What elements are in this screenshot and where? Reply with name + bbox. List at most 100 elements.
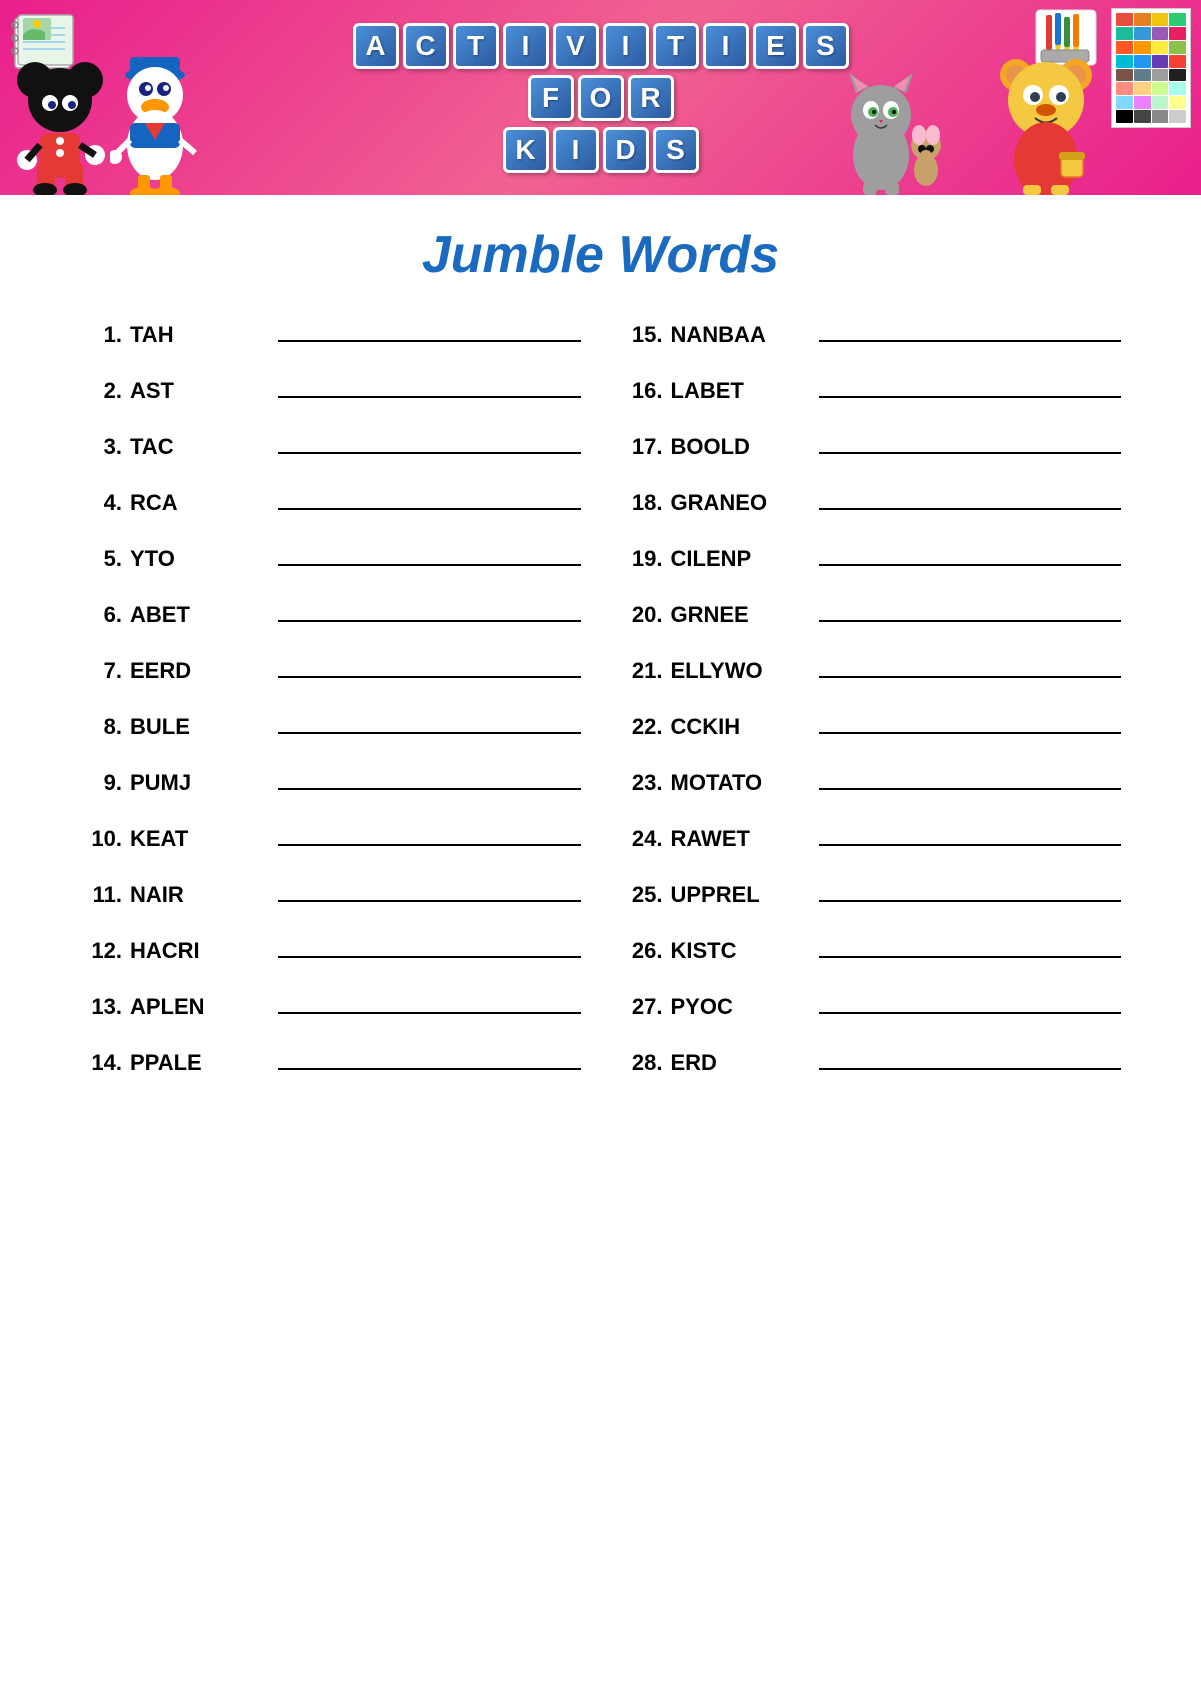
word-number: 3. <box>80 434 122 460</box>
word-number: 2. <box>80 378 122 404</box>
answer-line <box>278 600 581 622</box>
palette-color-cell <box>1116 82 1133 95</box>
palette-color-cell <box>1169 41 1186 54</box>
letter-i4: I <box>553 127 599 173</box>
word-item: 7. EERD <box>80 656 581 684</box>
word-number: 15. <box>621 322 663 348</box>
answer-line <box>819 432 1122 454</box>
palette-color-cell <box>1152 82 1169 95</box>
word-number: 10. <box>80 826 122 852</box>
palette-color-cell <box>1134 110 1151 123</box>
palette-color-cell <box>1116 96 1133 109</box>
word-number: 1. <box>80 322 122 348</box>
jumbled-word: LABET <box>671 378 801 404</box>
palette-color-cell <box>1169 55 1186 68</box>
word-item: 27. PYOC <box>621 992 1122 1020</box>
palette-color-cell <box>1134 96 1151 109</box>
letter-i3: I <box>703 23 749 69</box>
palette-color-cell <box>1134 27 1151 40</box>
jumbled-word: CILENP <box>671 546 801 572</box>
answer-line <box>278 880 581 902</box>
word-item: 1. TAH <box>80 320 581 348</box>
word-item: 28. ERD <box>621 1048 1122 1076</box>
letter-i2: I <box>603 23 649 69</box>
jumbled-word: TAH <box>130 322 260 348</box>
jumbled-word: EERD <box>130 658 260 684</box>
palette-color-cell <box>1116 27 1133 40</box>
letter-f: F <box>528 75 574 121</box>
answer-line <box>819 1048 1122 1070</box>
jumbled-word: MOTATO <box>671 770 801 796</box>
letter-e: E <box>753 23 799 69</box>
palette-color-cell <box>1134 13 1151 26</box>
tom-jerry-character <box>831 55 951 195</box>
answer-line <box>278 824 581 846</box>
palette-color-cell <box>1116 110 1133 123</box>
answer-line <box>819 992 1122 1014</box>
word-item: 22. CCKIH <box>621 712 1122 740</box>
right-column: 15. NANBAA 16. LABET 17. BOOLD 18. GRANE… <box>601 320 1142 1104</box>
answer-line <box>278 656 581 678</box>
word-number: 27. <box>621 994 663 1020</box>
word-item: 10. KEAT <box>80 824 581 852</box>
answer-line <box>819 768 1122 790</box>
kids-text: K I D S <box>353 127 849 173</box>
left-column: 1. TAH 2. AST 3. TAC 4. RCA 5. YTO 6. AB… <box>60 320 601 1104</box>
letter-i1: I <box>503 23 549 69</box>
jumbled-word: ELLYWO <box>671 658 801 684</box>
for-text: F O R <box>353 75 849 121</box>
letter-o: O <box>578 75 624 121</box>
answer-line <box>819 824 1122 846</box>
palette-color-cell <box>1152 110 1169 123</box>
word-number: 9. <box>80 770 122 796</box>
word-item: 14. PPALE <box>80 1048 581 1076</box>
palette-color-cell <box>1134 69 1151 82</box>
jumbled-word: BOOLD <box>671 434 801 460</box>
word-number: 25. <box>621 882 663 908</box>
jumbled-word: UPPREL <box>671 882 801 908</box>
word-number: 5. <box>80 546 122 572</box>
letter-d: D <box>603 127 649 173</box>
answer-line <box>278 544 581 566</box>
word-item: 17. BOOLD <box>621 432 1122 460</box>
word-item: 12. HACRI <box>80 936 581 964</box>
words-grid: 1. TAH 2. AST 3. TAC 4. RCA 5. YTO 6. AB… <box>60 320 1141 1104</box>
jumbled-word: BULE <box>130 714 260 740</box>
jumbled-word: AST <box>130 378 260 404</box>
word-number: 23. <box>621 770 663 796</box>
word-item: 19. CILENP <box>621 544 1122 572</box>
word-number: 4. <box>80 490 122 516</box>
word-item: 25. UPPREL <box>621 880 1122 908</box>
palette-color-cell <box>1169 27 1186 40</box>
color-palette <box>1111 8 1191 128</box>
word-number: 13. <box>80 994 122 1020</box>
jumbled-word: NAIR <box>130 882 260 908</box>
letter-t: T <box>453 23 499 69</box>
word-item: 24. RAWET <box>621 824 1122 852</box>
word-item: 5. YTO <box>80 544 581 572</box>
jumbled-word: APLEN <box>130 994 260 1020</box>
word-number: 18. <box>621 490 663 516</box>
activities-text: A C T I V I T I E S <box>353 23 849 69</box>
palette-color-cell <box>1169 13 1186 26</box>
answer-line <box>278 488 581 510</box>
jumbled-word: RAWET <box>671 826 801 852</box>
letter-s: S <box>803 23 849 69</box>
word-item: 9. PUMJ <box>80 768 581 796</box>
answer-line <box>278 936 581 958</box>
answer-line <box>819 936 1122 958</box>
palette-color-cell <box>1169 96 1186 109</box>
main-content: Jumble Words 1. TAH 2. AST 3. TAC 4. RCA… <box>0 195 1201 1144</box>
jumbled-word: ERD <box>671 1050 801 1076</box>
palette-color-cell <box>1134 55 1151 68</box>
palette-color-cell <box>1116 41 1133 54</box>
word-item: 21. ELLYWO <box>621 656 1122 684</box>
jumbled-word: YTO <box>130 546 260 572</box>
answer-line <box>819 600 1122 622</box>
answer-line <box>819 320 1122 342</box>
word-item: 13. APLEN <box>80 992 581 1020</box>
word-item: 15. NANBAA <box>621 320 1122 348</box>
pooh-character <box>991 45 1101 195</box>
word-number: 6. <box>80 602 122 628</box>
jumbled-word: KEAT <box>130 826 260 852</box>
